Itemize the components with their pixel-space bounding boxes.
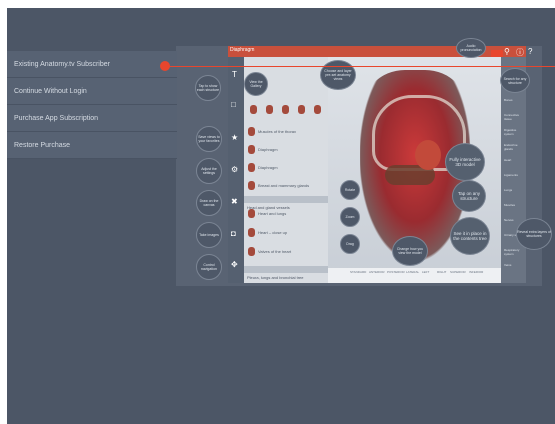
system-item: Respiratory system <box>504 248 520 256</box>
cross-icon: ✖ <box>231 197 238 206</box>
star-icon: ★ <box>231 133 239 142</box>
drag-callout: Drag <box>340 234 360 254</box>
system-item: Endocrine glands <box>504 143 518 151</box>
tip-callout-3: Adjust the settings <box>196 158 222 184</box>
app-title: Diaphragm <box>230 47 255 53</box>
existing-subscriber-button[interactable]: Existing Anatomy.tv Subscriber <box>7 51 177 78</box>
thumb-2 <box>266 105 273 114</box>
system-item: Lungs <box>504 188 513 192</box>
layer-callout: Choose and layer pre-set anatomy views <box>320 60 356 90</box>
system-item: Connective tissue <box>504 113 520 121</box>
tree-callout: See it in place in the contents tree <box>450 217 490 255</box>
view-lateral: LATERAL <box>406 270 420 274</box>
selection-pointer-line <box>165 66 555 67</box>
info-icon: ⓘ <box>516 48 524 57</box>
purchase-subscription-button[interactable]: Purchase App Subscription <box>7 105 177 132</box>
gear-icon: ⚙ <box>231 165 239 174</box>
continue-without-login-button[interactable]: Continue Without Login <box>7 78 177 105</box>
login-menu: Existing Anatomy.tv Subscriber Continue … <box>7 51 177 159</box>
view-superior: SUPERIOR <box>450 270 466 274</box>
search-callout: Search for any structure <box>500 68 530 93</box>
onboarding-screen: Diaphragm T □ ★ ⚙ ✖ ◘ ✥ Muscles of the t… <box>0 0 555 424</box>
restore-purchase-button[interactable]: Restore Purchase <box>7 132 177 159</box>
search-icon: ⚲ <box>504 47 510 56</box>
view-standard: STANDARD <box>350 270 367 274</box>
thumb-5 <box>314 105 321 114</box>
tap-callout: Tap on any structure <box>452 180 486 212</box>
text-icon: T <box>232 70 237 79</box>
view-inferior: INFERIOR <box>469 270 484 274</box>
3d-callout: Fully interactive 3D model <box>445 143 485 181</box>
view-right: RIGHT <box>437 270 447 274</box>
system-item: Heart <box>504 158 512 162</box>
reveal-callout: Reveal extra layers of structures <box>516 218 552 250</box>
tip-callout-5: Take images <box>196 222 222 248</box>
thumb-9 <box>248 181 255 190</box>
tip-callout-1: Tap to show each structure <box>195 75 221 101</box>
zoom-callout: Zoom <box>340 207 360 227</box>
system-item: Ligaments <box>504 173 518 177</box>
list-section: Pleura, lungs and bronchial tree <box>244 266 328 280</box>
selection-pointer-dot <box>160 61 170 71</box>
tip-callout-4: Draw on the canvas <box>196 190 222 216</box>
heart <box>415 140 441 170</box>
system-item: Muscles <box>504 203 516 207</box>
thumb-6 <box>248 127 255 136</box>
system-item: Veins <box>504 263 512 267</box>
thumb-12 <box>248 247 255 256</box>
audio-callout: Audio pronunciation <box>456 38 486 58</box>
system-item: Bones <box>504 98 513 102</box>
square-icon: □ <box>231 100 236 109</box>
thumb-3 <box>282 105 289 114</box>
list-section: Head and gland vessels <box>244 196 328 210</box>
system-item: Digestive system <box>504 128 517 136</box>
thumb-4 <box>298 105 305 114</box>
tip-callout-6: Control navigation <box>196 254 222 280</box>
view-anterior: ANTERIOR <box>369 270 385 274</box>
thumb-10 <box>248 209 255 218</box>
thumb-7 <box>248 145 255 154</box>
move-icon: ✥ <box>231 260 238 269</box>
rotate-callout: Rotate <box>340 180 360 200</box>
camera-icon: ◘ <box>231 229 236 238</box>
system-item: Nerves <box>504 218 514 222</box>
view-left: LEFT <box>422 270 430 274</box>
thumb-11 <box>248 228 255 237</box>
help-icon: ? <box>528 47 533 56</box>
tip-callout-2: Save views to your favorites <box>196 126 222 152</box>
thumb-8 <box>248 163 255 172</box>
thumb-1 <box>250 105 257 114</box>
change-view-callout: Change how you view the model <box>392 236 428 266</box>
gallery-callout: View the Gallery <box>244 72 268 96</box>
view-posterior: POSTERIOR <box>387 270 405 274</box>
view-toolbar: STANDARD ANTERIOR POSTERIOR LATERAL LEFT… <box>328 268 501 283</box>
